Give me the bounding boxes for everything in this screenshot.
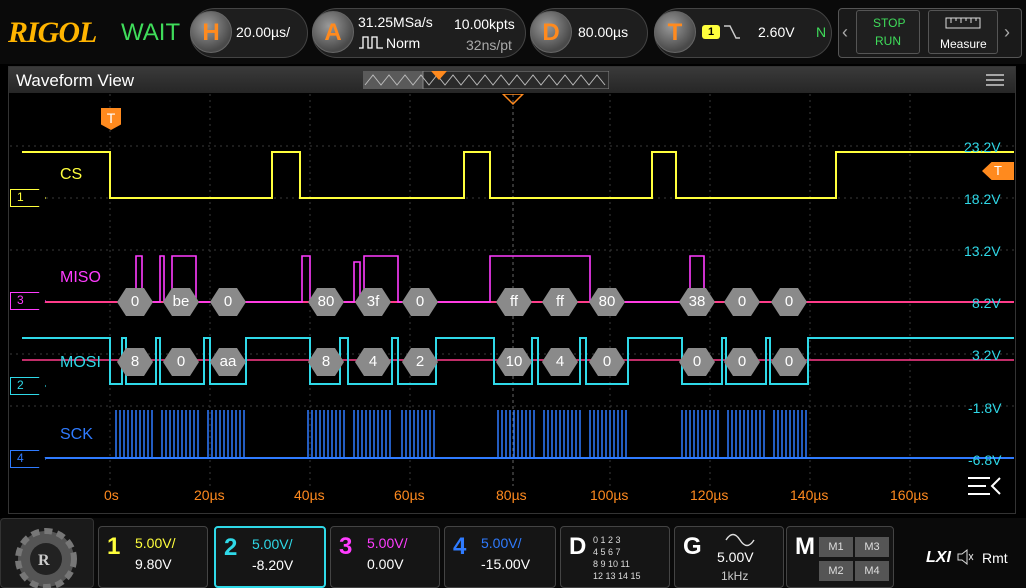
trigger-source-badge: 1 [702,25,720,39]
svg-text:R: R [38,552,50,569]
acquisition-status: WAIT [121,19,181,46]
channel-4-scale: 5.00V/ [481,535,522,551]
channel-label-miso: MISO [60,269,101,286]
time-tick: 20µs [194,487,225,503]
memory-overview-bar[interactable] [363,71,609,89]
cs-trace [22,151,1014,199]
channel-1-offset: 9.80V [135,556,172,572]
sample-rate: 31.25MSa/s [358,14,433,30]
math-key: M [795,533,815,560]
digital-row: 4 5 6 7 [593,547,621,557]
sample-interval: 32ns/pt [466,37,512,53]
digital-row: 8 9 10 11 [593,559,630,569]
timebase-value: 20.00µs/ [236,24,290,40]
measure-label: Measure [940,37,987,51]
channel-3-box[interactable]: 3 5.00V/ 0.00V [330,526,440,588]
scale-label: 8.2V [972,295,1001,311]
channel-1-offset-marker[interactable]: 1 [10,189,46,207]
ruler-icon [945,17,981,29]
scale-label: 18.2V [964,191,1001,207]
waveform-title-bar: Waveform View [9,67,1015,93]
acquire-mode: Norm [386,35,421,51]
measure-button[interactable]: Measure [928,10,998,54]
channel-3-offset-marker[interactable]: 3 [10,292,46,310]
memory-depth: 10.00kpts [454,16,515,32]
math-box[interactable]: M M1 M3 M2 M4 [786,526,894,588]
scale-label: 23.2V [964,139,1001,155]
rigol-logo: RIGOL [8,16,97,49]
channel-4-box[interactable]: 4 5.00V/ -15.00V [444,526,556,588]
top-toolbar: RIGOL WAIT H 20.00µs/ A 31.25MSa/s 10.00… [0,0,1026,64]
scale-label: -6.8V [968,452,1002,468]
digital-key: D [569,533,587,560]
time-tick: 120µs [690,487,729,503]
math-m3[interactable]: M3 [855,537,889,557]
time-tick: 100µs [590,487,629,503]
chevron-right-icon[interactable]: › [1004,22,1010,43]
time-tick: 0s [104,487,119,503]
acquire-key[interactable]: A [312,11,354,53]
channel-3-scale: 5.00V/ [367,535,408,551]
digital-row: 12 13 14 15 [593,571,641,581]
time-tick: 140µs [790,487,829,503]
trigger-position-marker [501,94,525,106]
channel-2-offset-marker[interactable]: 2 [10,377,46,395]
channel-2-scale: 5.00V/ [252,536,293,552]
speaker-muted-icon[interactable] [956,548,974,566]
stop-label: STOP [873,16,906,30]
oscilloscope-screen: { "header": { "logo": "RIGOL", "status":… [0,0,1026,588]
trigger-mode: N [816,24,827,40]
channel-3-offset: 0.00V [367,556,404,572]
channel-2-number: 2 [224,534,238,561]
rigol-gear-logo-icon: R [15,528,77,588]
home-button[interactable]: R [0,518,94,588]
sck-clock-bursts [115,410,807,458]
digital-row: 0 1 2 3 [593,535,621,545]
waveform-view-title: Waveform View [16,71,135,90]
time-tick: 80µs [496,487,527,503]
generator-amplitude: 5.00V [717,549,754,565]
channel-4-offset-marker[interactable]: 4 [10,450,46,468]
remote-status: Rmt [982,550,1008,566]
generator-box[interactable]: G 5.00V 1kHz [674,526,784,588]
channel-label-sck: SCK [60,426,93,443]
horizontal-key[interactable]: H [190,11,232,53]
channel-1-box[interactable]: 1 5.00V/ 9.80V [98,526,208,588]
digital-channels-box[interactable]: D 0 1 2 3 4 5 6 7 8 9 10 11 12 13 14 15 [560,526,670,588]
trigger-key[interactable]: T [654,11,696,53]
generator-key: G [683,533,702,560]
channel-3-number: 3 [339,533,353,560]
run-label: RUN [875,34,901,48]
time-tick: 160µs [890,487,929,503]
sine-wave-icon [725,533,755,547]
trigger-level: 2.60V [758,24,795,40]
scale-label: -1.8V [968,400,1002,416]
channel-2-box[interactable]: 2 5.00V/ -8.20V [214,526,326,588]
math-m4[interactable]: M4 [855,561,889,581]
rising-edge-icon [724,25,740,39]
run-stop-button[interactable]: STOP RUN [856,10,920,54]
time-tick: 40µs [294,487,325,503]
lxi-logo: LXI [926,549,951,566]
channel-label-cs: CS [60,166,83,183]
channel-label-mosi: MOSI [60,354,101,371]
channel-4-offset: -15.00V [481,556,531,572]
delay-value: 80.00µs [578,24,629,40]
acquire-mode-icon [359,36,383,49]
channel-4-number: 4 [453,533,467,560]
scale-label: 3.2V [972,347,1001,363]
delay-key[interactable]: D [530,11,572,53]
time-tick: 60µs [394,487,425,503]
menu-icon[interactable] [985,73,1005,87]
channel-1-number: 1 [107,533,121,560]
generator-frequency: 1kHz [721,569,749,583]
channel-2-offset: -8.20V [252,557,294,573]
math-m1[interactable]: M1 [819,537,853,557]
chevron-left-icon[interactable]: ‹ [842,22,848,43]
math-m2[interactable]: M2 [819,561,853,581]
collapse-menu-icon[interactable] [966,474,1004,498]
scale-label: 13.2V [964,243,1001,259]
channel-1-scale: 5.00V/ [135,535,176,551]
